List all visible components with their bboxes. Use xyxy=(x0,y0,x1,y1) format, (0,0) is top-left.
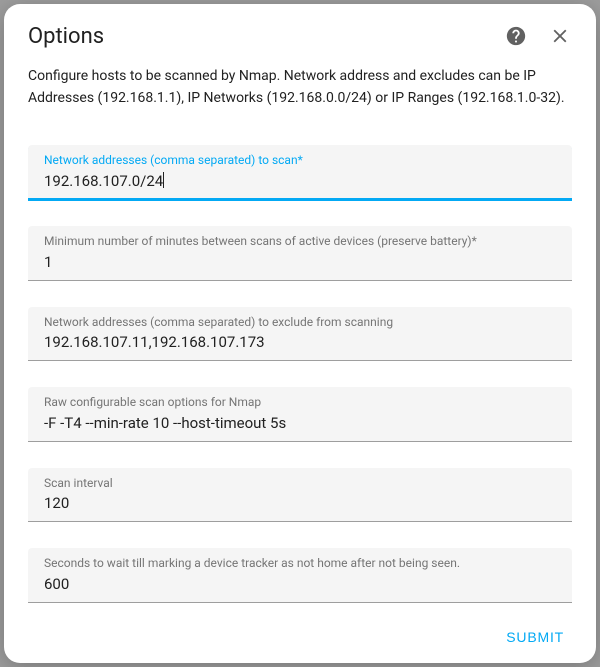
consider-home-input[interactable]: 600 xyxy=(44,572,556,596)
dialog-description: Configure hosts to be scanned by Nmap. N… xyxy=(4,52,596,109)
dialog-header: Options xyxy=(4,4,596,52)
field-label: Seconds to wait till marking a device tr… xyxy=(44,556,556,572)
help-icon[interactable] xyxy=(500,20,532,52)
consider-home-field[interactable]: Seconds to wait till marking a device tr… xyxy=(28,548,572,603)
exclude-field[interactable]: Network addresses (comma separated) to e… xyxy=(28,307,572,362)
scan-sec-input[interactable]: 120 xyxy=(44,491,556,515)
hosts-field[interactable]: Network addresses (comma separated) to s… xyxy=(28,145,572,200)
field-label: Raw configurable scan options for Nmap xyxy=(44,395,556,411)
scan-sec-field[interactable]: Scan interval 120 xyxy=(28,468,572,523)
dialog-actions: Submit xyxy=(498,621,572,653)
interval-min-field[interactable]: Minimum number of minutes between scans … xyxy=(28,226,572,281)
dialog-title: Options xyxy=(28,24,500,49)
field-label: Minimum number of minutes between scans … xyxy=(44,234,556,250)
hosts-input[interactable]: 192.168.107.0/24 xyxy=(44,169,556,193)
options-input[interactable]: -F -T4 --min-rate 10 --host-timeout 5s xyxy=(44,411,556,435)
close-icon[interactable] xyxy=(544,20,576,52)
exclude-input[interactable]: 192.168.107.11,192.168.107.173 xyxy=(44,330,556,354)
interval-min-input[interactable]: 1 xyxy=(44,250,556,274)
field-label: Network addresses (comma separated) to e… xyxy=(44,315,556,331)
submit-button[interactable]: Submit xyxy=(498,621,572,653)
field-label: Scan interval xyxy=(44,476,556,492)
fields-container: Network addresses (comma separated) to s… xyxy=(4,109,596,603)
field-label: Network addresses (comma separated) to s… xyxy=(44,153,556,169)
options-field[interactable]: Raw configurable scan options for Nmap -… xyxy=(28,387,572,442)
options-dialog: Options Configure hosts to be scanned by… xyxy=(4,4,596,663)
